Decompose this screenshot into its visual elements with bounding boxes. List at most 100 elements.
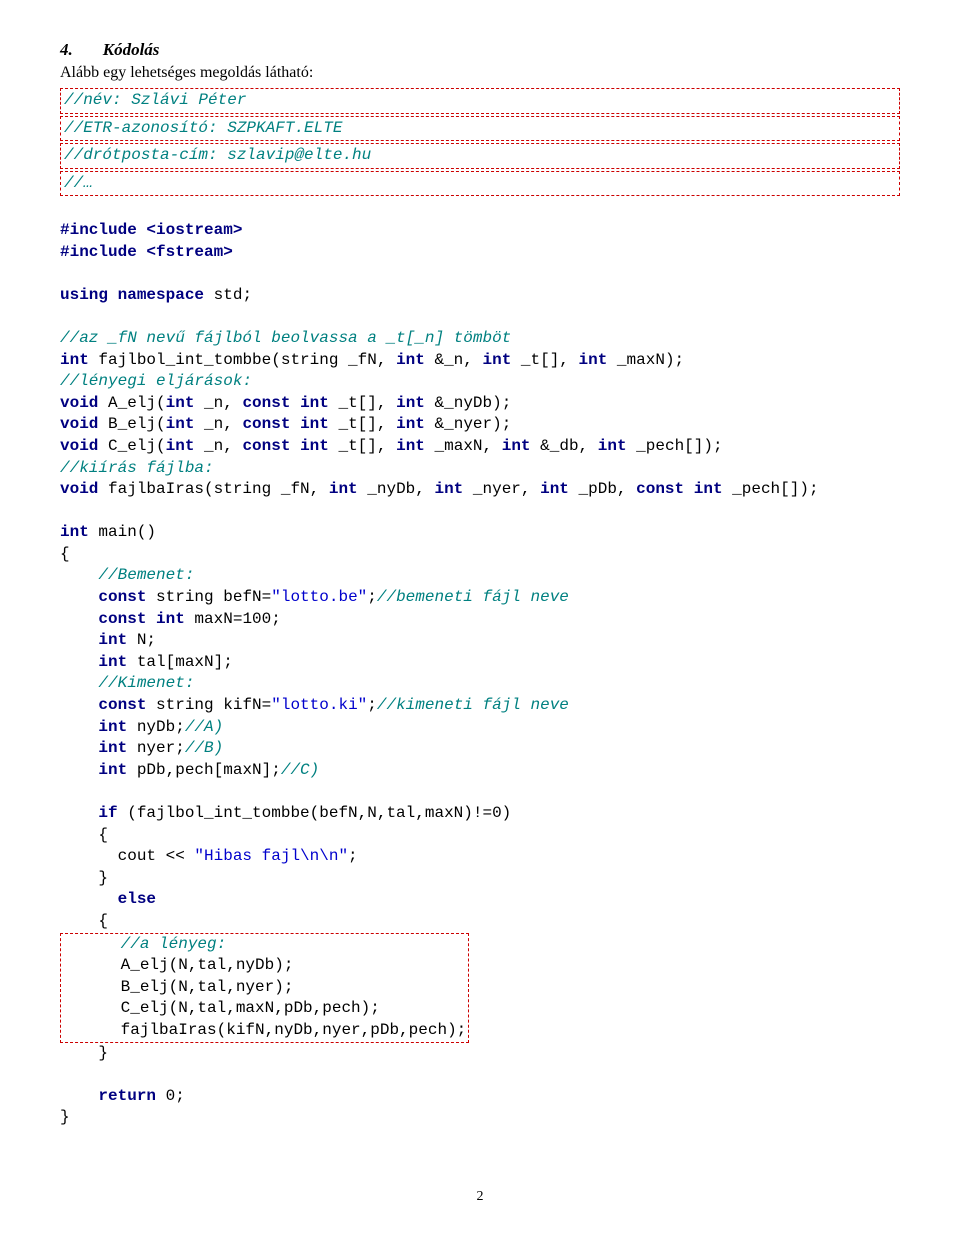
code-text: &_db, (531, 437, 598, 455)
code-text: int (60, 718, 127, 736)
code-comment: //az _fN nevű fájlból beolvassa a _t[_n]… (60, 329, 511, 347)
code-text: C_elj(N,tal,maxN,pDb,pech); (63, 999, 380, 1017)
code-text: fajlbaIras(kifN,nyDb,nyer,pDb,pech); (63, 1021, 466, 1039)
code-string: "lotto.ki" (271, 696, 367, 714)
code-text: { (60, 826, 108, 844)
code-comment: //C) (281, 761, 319, 779)
code-text: int (396, 351, 425, 369)
code-comment: //kiírás fájlba: (60, 459, 214, 477)
code-text: int (396, 415, 425, 433)
code-text: (fajlbol_int_tombbe(befN,N,tal,maxN)!=0) (118, 804, 512, 822)
code-text: void (60, 437, 98, 455)
code-text: const (60, 588, 146, 606)
code-text: } (60, 1108, 70, 1126)
code-text: C_elj( (98, 437, 165, 455)
code-text: B_elj(N,tal,nyer); (63, 978, 293, 996)
code-text: _t[], (329, 394, 396, 412)
section-heading: 4. Kódolás (60, 40, 900, 60)
code-text: if (60, 804, 118, 822)
code-text: N; (127, 631, 156, 649)
code-text: _maxN, (425, 437, 502, 455)
code-text: int (60, 761, 127, 779)
code-text: void (60, 415, 98, 433)
code-text: _nyer, (463, 480, 540, 498)
code-text: &_n, (425, 351, 483, 369)
code-text: 0; (156, 1087, 185, 1105)
code-text: _t[], (329, 437, 396, 455)
code-text: const int (60, 610, 185, 628)
code-text: ; (348, 847, 358, 865)
code-text: else (60, 890, 156, 908)
code-text: _t[], (329, 415, 396, 433)
code-comment: //kimeneti fájl neve (377, 696, 569, 714)
code-text: { (60, 912, 108, 930)
code-comment: //lényegi eljárások: (60, 372, 252, 390)
code-text: string befN= (146, 588, 271, 606)
code-text: #include <iostream> (60, 221, 242, 239)
code-text: int (60, 523, 89, 541)
code-text: string kifN= (146, 696, 271, 714)
code-text: A_elj( (98, 394, 165, 412)
code-text: int (396, 437, 425, 455)
code-text: int (166, 415, 195, 433)
heading-title: Kódolás (103, 40, 160, 60)
code-comment: //Kimenet: (60, 674, 194, 692)
intro-text: Alább egy lehetséges megoldás látható: (60, 64, 900, 82)
comment-line: //név: Szlávi Péter (64, 91, 246, 109)
code-text: _pDb, (569, 480, 636, 498)
code-body: #include <iostream> #include <fstream> u… (60, 198, 900, 1129)
comment-line: //… (64, 174, 93, 192)
code-text: tal[maxN]; (127, 653, 233, 671)
code-text: nyDb; (127, 718, 185, 736)
code-text: int (540, 480, 569, 498)
code-text: int (579, 351, 608, 369)
code-text: void (60, 394, 98, 412)
code-comment: //A) (185, 718, 223, 736)
code-text: _maxN); (607, 351, 684, 369)
code-text: int (482, 351, 511, 369)
code-text: maxN=100; (185, 610, 281, 628)
code-string: "lotto.be" (271, 588, 367, 606)
code-text: ; (367, 696, 377, 714)
code-text: int (60, 351, 89, 369)
code-text: fajlbol_int_tombbe(string _fN, (89, 351, 396, 369)
code-text: int (60, 631, 127, 649)
comment-line: //drótposta-cím: szlavip@elte.hu (64, 146, 371, 164)
essence-block: //a lényeg: A_elj(N,tal,nyDb); B_elj(N,t… (60, 933, 469, 1043)
code-text: const int (242, 437, 328, 455)
code-text: int (396, 394, 425, 412)
code-string: "Hibas fajl\n\n" (194, 847, 348, 865)
code-text: int (329, 480, 358, 498)
code-text: B_elj( (98, 415, 165, 433)
code-text: int (166, 394, 195, 412)
code-text: _n, (194, 394, 242, 412)
code-text: _n, (194, 437, 242, 455)
code-text: { (60, 545, 70, 563)
code-text: int (598, 437, 627, 455)
code-comment: //a lényeg: (63, 935, 226, 953)
code-comment: //bemeneti fájl neve (377, 588, 569, 606)
code-text: pDb,pech[maxN]; (127, 761, 281, 779)
code-text: int (434, 480, 463, 498)
code-text: main() (89, 523, 156, 541)
header-comment-block: //név: Szlávi Péter //ETR-azonosító: SZP… (60, 88, 900, 196)
code-text: _pech[]); (723, 480, 819, 498)
code-comment: //Bemenet: (60, 566, 194, 584)
code-text: int (60, 739, 127, 757)
code-text: int (60, 653, 127, 671)
code-text: cout << (60, 847, 194, 865)
code-text: nyer; (127, 739, 185, 757)
code-text: ; (367, 588, 377, 606)
code-text: } (60, 1044, 108, 1062)
code-text: _nyDb, (358, 480, 435, 498)
code-text: fajlbaIras(string _fN, (98, 480, 328, 498)
code-text: std; (204, 286, 252, 304)
code-text: int (502, 437, 531, 455)
code-text: _n, (194, 415, 242, 433)
code-text: const int (636, 480, 722, 498)
code-text: _pech[]); (627, 437, 723, 455)
code-text: return (60, 1087, 156, 1105)
page-number: 2 (60, 1189, 900, 1205)
code-text: &_nyDb); (425, 394, 511, 412)
code-text: #include <fstream> (60, 243, 233, 261)
